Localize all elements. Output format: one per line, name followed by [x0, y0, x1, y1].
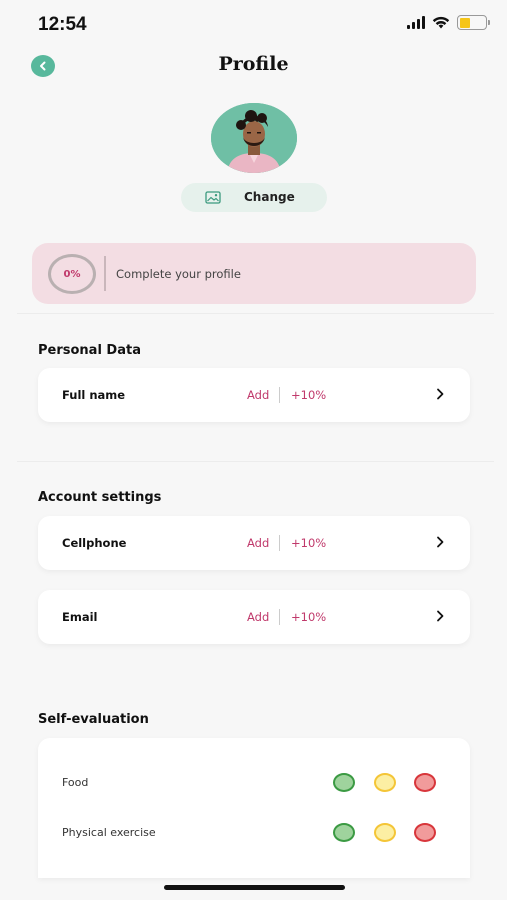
wifi-icon — [432, 16, 450, 29]
self-evaluation-card: Food Physical exercise — [38, 738, 470, 878]
rating-good-button[interactable] — [333, 823, 355, 842]
row-divider — [279, 387, 280, 403]
rating-good-button[interactable] — [333, 773, 355, 792]
divider — [17, 313, 494, 314]
cellular-signal-icon — [407, 16, 425, 29]
avatar — [211, 103, 297, 173]
row-label: Full name — [62, 388, 126, 402]
divider — [17, 461, 494, 462]
progress-percent: 0% — [63, 268, 81, 280]
change-photo-button[interactable]: Change — [181, 183, 327, 212]
progress-text: Complete your profile — [116, 267, 241, 281]
progress-divider — [104, 256, 106, 291]
add-link[interactable]: Add — [247, 610, 269, 624]
chevron-right-icon — [437, 536, 444, 548]
change-photo-label: Change — [244, 190, 295, 204]
row-divider — [279, 609, 280, 625]
page-title: Profile — [218, 53, 289, 75]
person-avatar-icon — [211, 103, 297, 173]
bonus-value: +10% — [291, 536, 327, 550]
row-full-name[interactable]: Full name Add +10% — [38, 368, 470, 422]
eval-label: Physical exercise — [62, 826, 156, 839]
bonus-value: +10% — [291, 610, 327, 624]
rating-bad-button[interactable] — [414, 823, 436, 842]
rating-bad-button[interactable] — [414, 773, 436, 792]
image-icon — [205, 191, 221, 204]
row-email[interactable]: Email Add +10% — [38, 590, 470, 644]
section-title-account-settings: Account settings — [38, 490, 162, 505]
battery-icon — [457, 15, 490, 30]
row-cellphone[interactable]: Cellphone Add +10% — [38, 516, 470, 570]
eval-row-physical-exercise: Physical exercise — [38, 818, 470, 848]
progress-ring: 0% — [48, 254, 96, 294]
section-title-self-evaluation: Self-evaluation — [38, 712, 149, 727]
home-indicator — [164, 885, 345, 890]
eval-label: Food — [62, 776, 89, 789]
eval-row-food: Food — [38, 768, 470, 798]
status-time: 12:54 — [38, 14, 87, 35]
rating-medium-button[interactable] — [374, 773, 396, 792]
row-label: Email — [62, 610, 98, 624]
status-icons — [407, 15, 490, 30]
row-divider — [279, 535, 280, 551]
rating-medium-button[interactable] — [374, 823, 396, 842]
row-label: Cellphone — [62, 536, 127, 550]
section-title-personal-data: Personal Data — [38, 343, 141, 358]
add-link[interactable]: Add — [247, 536, 269, 550]
bonus-value: +10% — [291, 388, 327, 402]
chevron-right-icon — [437, 610, 444, 622]
profile-completion-card[interactable]: 0% Complete your profile — [32, 243, 476, 304]
chevron-right-icon — [437, 388, 444, 400]
add-link[interactable]: Add — [247, 388, 269, 402]
status-bar: 12:54 — [0, 0, 507, 50]
